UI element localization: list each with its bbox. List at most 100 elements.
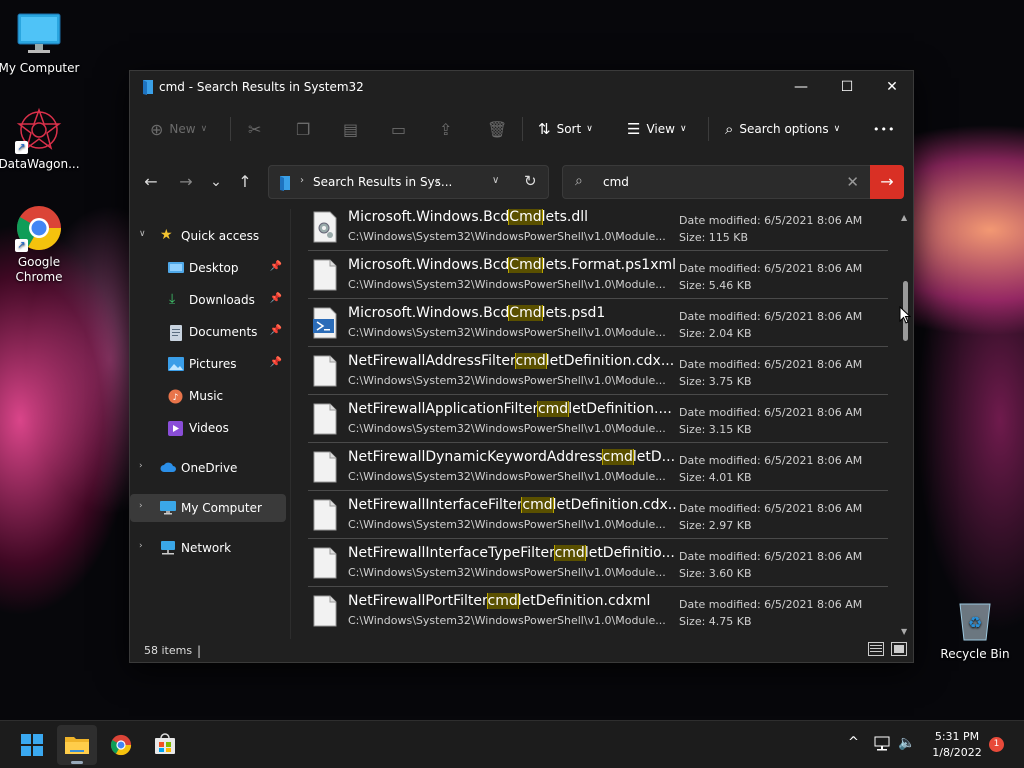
chevron-right-icon[interactable]: › [139, 461, 143, 471]
list-item[interactable]: NetFirewallInterfaceTypeFiltercmdletDefi… [308, 539, 888, 587]
minimize-button[interactable]: — [778, 71, 824, 103]
sidebar-item-downloads[interactable]: ⤓ Downloads 📌 [130, 286, 286, 314]
sidebar-item-quick-access[interactable]: ∨ ★ Quick access [130, 222, 286, 250]
list-item[interactable]: Microsoft.Windows.BcdCmdlets.dll C:\Wind… [308, 209, 888, 251]
powershell-file-icon [312, 307, 337, 339]
title-bar[interactable]: cmd - Search Results in System32 — ☐ ✕ [130, 71, 913, 103]
scroll-up-arrow-icon[interactable]: ▲ [901, 213, 907, 222]
search-go-button[interactable]: → [870, 165, 904, 199]
search-results-list: Microsoft.Windows.BcdCmdlets.dll C:\Wind… [308, 209, 888, 639]
chevron-right-icon[interactable]: › [139, 501, 143, 511]
network-status-icon[interactable] [873, 736, 891, 755]
taskbar-google-chrome[interactable] [101, 725, 141, 765]
sidebar-item-onedrive[interactable]: › OneDrive [130, 454, 286, 482]
desktop-icon-my-computer[interactable]: My Computer [0, 10, 81, 76]
taskbar-microsoft-store[interactable] [145, 725, 185, 765]
desktop-icon-google-chrome[interactable]: ↗ Google Chrome [0, 204, 81, 285]
sidebar-item-my-computer[interactable]: › My Computer [130, 494, 286, 522]
document-file-icon [313, 451, 337, 483]
list-item[interactable]: NetFirewallDynamicKeywordAddresscmdletD.… [308, 443, 888, 491]
star-icon: ★ [160, 227, 173, 243]
desktop-icon-datawagon[interactable]: ↗ DataWagon... [0, 106, 81, 172]
chevron-down-icon[interactable]: ∨ [139, 229, 146, 239]
list-item[interactable]: Microsoft.Windows.BcdCmdlets.Format.ps1x… [308, 251, 888, 299]
address-history-chevron-icon[interactable]: ∨ [492, 175, 499, 186]
copy-button[interactable]: ❐ [296, 109, 310, 149]
sidebar-item-videos[interactable]: Videos [130, 414, 286, 442]
file-name: NetFirewallAddressFiltercmdletDefinition… [348, 353, 678, 369]
date-modified: Date modified: 6/5/2021 8:06 AM [679, 262, 863, 275]
dll-file-icon [313, 211, 337, 243]
file-name-text: NetFirewallDynamicKeywordAddress [348, 449, 603, 465]
document-file-icon [313, 355, 337, 387]
taskbar-clock[interactable]: 5:31 PM 1/8/2022 [922, 729, 992, 761]
file-name-text: letDefinitio... [584, 545, 675, 561]
desktop-icon-recycle-bin[interactable]: ♻ Recycle Bin [933, 596, 1017, 662]
close-button[interactable]: ✕ [869, 71, 915, 103]
sort-button[interactable]: ⇅ Sort ∨ [538, 109, 593, 149]
desktop-icon-label: Google Chrome [15, 255, 63, 284]
paste-button[interactable]: ▤ [343, 109, 358, 149]
vertical-scrollbar[interactable]: ▲ ▼ [900, 211, 912, 639]
forward-button[interactable]: → [172, 164, 200, 200]
file-size: Size: 2.97 KB [679, 519, 752, 532]
pin-icon: 📌 [269, 261, 282, 272]
rename-button[interactable]: ▭ [391, 109, 406, 149]
desktop-icon-label: My Computer [0, 61, 80, 75]
search-box[interactable]: ⌕ cmd ✕ → [562, 165, 904, 199]
recent-locations-button[interactable]: ⌄ [202, 164, 230, 200]
chevron-right-icon[interactable]: › [139, 541, 143, 551]
sidebar-item-network[interactable]: › Network [130, 534, 286, 562]
file-name-text: letDefinition.... [568, 401, 672, 417]
up-button[interactable]: ↑ [231, 164, 259, 200]
file-path: C:\Windows\System32\WindowsPowerShell\v1… [348, 422, 666, 435]
sidebar-item-label: Network [181, 541, 232, 555]
file-name-text: NetFirewallInterfaceTypeFilter [348, 545, 555, 561]
view-button[interactable]: ☰ View ∨ [627, 109, 687, 149]
navigation-pane: ∨ ★ Quick access Desktop 📌 ⤓ Downloads 📌… [130, 219, 290, 639]
clear-search-button[interactable]: ✕ [846, 173, 859, 191]
list-item[interactable]: NetFirewallApplicationFiltercmdletDefini… [308, 395, 888, 443]
datawagon-icon: ↗ [15, 106, 63, 154]
search-input[interactable]: cmd [603, 175, 629, 189]
back-button[interactable]: ← [137, 164, 165, 200]
sidebar-item-documents[interactable]: Documents 📌 [130, 318, 286, 346]
maximize-button[interactable]: ☐ [824, 71, 870, 103]
breadcrumb[interactable]: Search Results in Sys... [313, 175, 452, 189]
pane-divider[interactable] [290, 209, 291, 639]
toolbar-separator [522, 117, 523, 141]
breadcrumb-chevron-icon: › [300, 175, 304, 186]
more-options-button[interactable]: ••• [873, 109, 895, 149]
large-icons-view-button[interactable] [891, 642, 909, 660]
item-count: 58 items [144, 644, 193, 657]
show-hidden-icons-button[interactable]: ^ [848, 735, 859, 750]
sidebar-item-desktop[interactable]: Desktop 📌 [130, 254, 286, 282]
address-bar[interactable]: › Search Results in Sys... › ∨ ↻ [268, 165, 549, 199]
taskbar-file-explorer[interactable] [57, 725, 97, 765]
sidebar-item-music[interactable]: ♪ Music [130, 382, 286, 410]
search-options-button[interactable]: ⌕ Search options ∨ [725, 109, 840, 149]
new-button[interactable]: ⊕ New ∨ [150, 109, 207, 149]
list-item[interactable]: NetFirewallAddressFiltercmdletDefinition… [308, 347, 888, 395]
list-item[interactable]: NetFirewallPortFiltercmdletDefinition.cd… [308, 587, 888, 635]
sidebar-item-pictures[interactable]: Pictures 📌 [130, 350, 286, 378]
details-view-button[interactable] [868, 642, 886, 660]
delete-button[interactable]: 🗑 [487, 109, 507, 149]
cut-button[interactable]: ✂ [248, 109, 261, 149]
clock-time: 5:31 PM [934, 730, 980, 743]
scroll-down-arrow-icon[interactable]: ▼ [901, 627, 907, 636]
refresh-button[interactable]: ↻ [524, 172, 537, 190]
volume-icon[interactable]: 🔈 [898, 735, 915, 751]
file-name: NetFirewallPortFiltercmdletDefinition.cd… [348, 593, 678, 609]
file-explorer-window: cmd - Search Results in System32 — ☐ ✕ ⊕… [129, 70, 914, 663]
notification-badge[interactable]: 1 [989, 737, 1004, 752]
share-button[interactable]: ⇪ [439, 109, 452, 149]
sort-icon: ⇅ [538, 120, 551, 138]
sidebar-item-label: Pictures [189, 357, 237, 371]
start-button[interactable] [12, 725, 52, 765]
list-item[interactable]: Microsoft.Windows.BcdCmdlets.psd1 C:\Win… [308, 299, 888, 347]
list-item[interactable]: NetFirewallInterfaceFiltercmdletDefiniti… [308, 491, 888, 539]
scissors-icon: ✂ [248, 119, 262, 139]
date-modified: Date modified: 6/5/2021 8:06 AM [679, 550, 863, 563]
rename-icon: ▭ [391, 119, 407, 139]
